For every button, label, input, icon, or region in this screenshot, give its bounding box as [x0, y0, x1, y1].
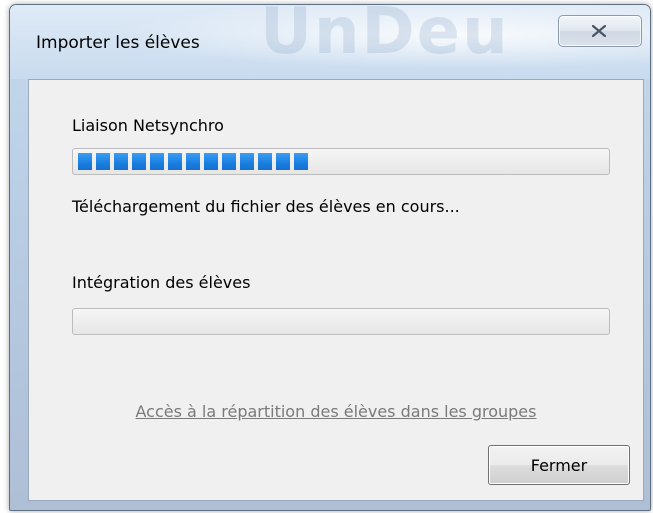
- group-distribution-link[interactable]: Accès à la répartition des élèves dans l…: [29, 402, 643, 421]
- background-watermark: UnDeu: [260, 4, 510, 69]
- progress-segment: [294, 153, 308, 170]
- download-status-text: Téléchargement du fichier des élèves en …: [72, 197, 460, 216]
- progress-segment: [258, 153, 272, 170]
- progress-segment: [186, 153, 200, 170]
- section-title-netsynchro: Liaison Netsynchro: [72, 116, 224, 135]
- dialog-content: Liaison Netsynchro Téléchargement du fic…: [28, 79, 644, 501]
- progress-segment: [240, 153, 254, 170]
- progress-segment: [150, 153, 164, 170]
- progress-segment: [204, 153, 218, 170]
- progress-segment: [132, 153, 146, 170]
- integration-progress-bar: [72, 308, 610, 335]
- progress-segment: [78, 153, 92, 170]
- section-title-integration: Intégration des élèves: [72, 273, 251, 292]
- title-bar[interactable]: UnDeu Importer les élèves: [10, 5, 650, 79]
- close-icon: [592, 25, 606, 37]
- close-button[interactable]: Fermer: [488, 445, 630, 485]
- progress-segment: [96, 153, 110, 170]
- netsynchro-progress-fill: [78, 153, 308, 170]
- import-dialog: UnDeu Importer les élèves Liaison Netsyn…: [9, 4, 651, 511]
- progress-segment: [114, 153, 128, 170]
- progress-segment: [276, 153, 290, 170]
- progress-segment: [222, 153, 236, 170]
- progress-segment: [168, 153, 182, 170]
- netsynchro-progress-bar: [72, 148, 610, 175]
- window-title: Importer les élèves: [36, 33, 200, 53]
- window-close-button[interactable]: [558, 15, 642, 47]
